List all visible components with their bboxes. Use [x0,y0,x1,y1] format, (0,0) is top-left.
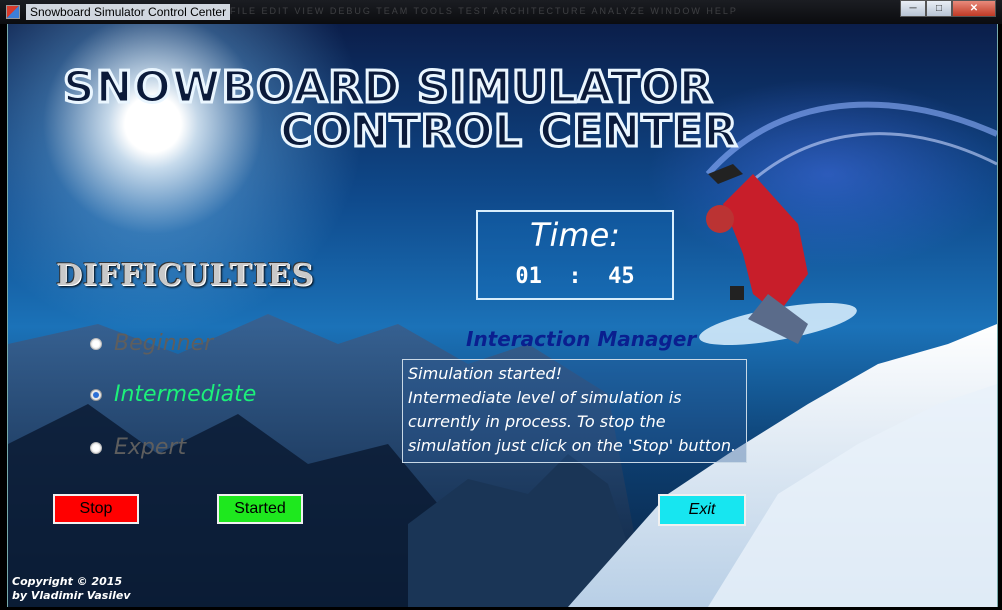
maximize-button[interactable]: □ [926,0,952,17]
started-button[interactable]: Started [217,494,303,524]
app-icon [6,5,20,19]
radio-expert[interactable]: Expert [90,435,186,460]
radio-button-selected[interactable] [90,388,102,401]
faded-menu-strip: FILE EDIT VIEW DEBUG TEAM TOOLS TEST ARC… [230,6,738,16]
logo-line2: CONTROL CENTER [280,106,738,154]
radio-button[interactable] [90,337,102,350]
main-form: SNOWBOARD SIMULATOR CONTROL CENTER Time:… [7,24,998,607]
im-line: Intermediate level of simulation is [408,388,682,407]
radio-beginner[interactable]: Beginner [90,331,213,356]
minimize-button[interactable]: ─ [900,0,926,17]
window-title: Snowboard Simulator Control Center [26,4,231,20]
timer-panel: Time: 01 : 45 [476,210,674,300]
radio-button[interactable] [90,441,102,454]
interaction-manager-textbox[interactable]: Simulation started! Intermediate level o… [402,359,747,463]
timer-value: 01 : 45 [515,264,635,289]
copyright-line1: Copyright © 2015 [12,575,123,588]
radio-label-intermediate: Intermediate [114,382,257,407]
difficulties-title: DIFFICULTIES [56,258,315,293]
window-controls: ─ □ ✕ [900,0,996,18]
im-line: Simulation started! [408,364,562,383]
copyright-line2: by Vladimir Vasilev [12,589,131,602]
radio-label-beginner: Beginner [114,331,214,356]
radio-label-expert: Expert [114,435,187,460]
interaction-manager-title: Interaction Manager [466,327,697,351]
snowboarder-figure [699,164,857,346]
close-button[interactable]: ✕ [952,0,996,17]
exit-button[interactable]: Exit [658,494,746,526]
title-bar[interactable]: Snowboard Simulator Control Center FILE … [0,0,1002,24]
stop-button[interactable]: Stop [53,494,139,524]
copyright-text: Copyright © 2015 by Vladimir Vasilev [12,575,131,603]
im-line: currently in process. To stop the [408,412,666,431]
timer-label: Time: [529,216,621,254]
radio-intermediate[interactable]: Intermediate [90,382,256,407]
im-line: simulation just click on the 'Stop' butt… [408,436,737,455]
app-logo: SNOWBOARD SIMULATOR CONTROL CENTER [62,61,739,155]
